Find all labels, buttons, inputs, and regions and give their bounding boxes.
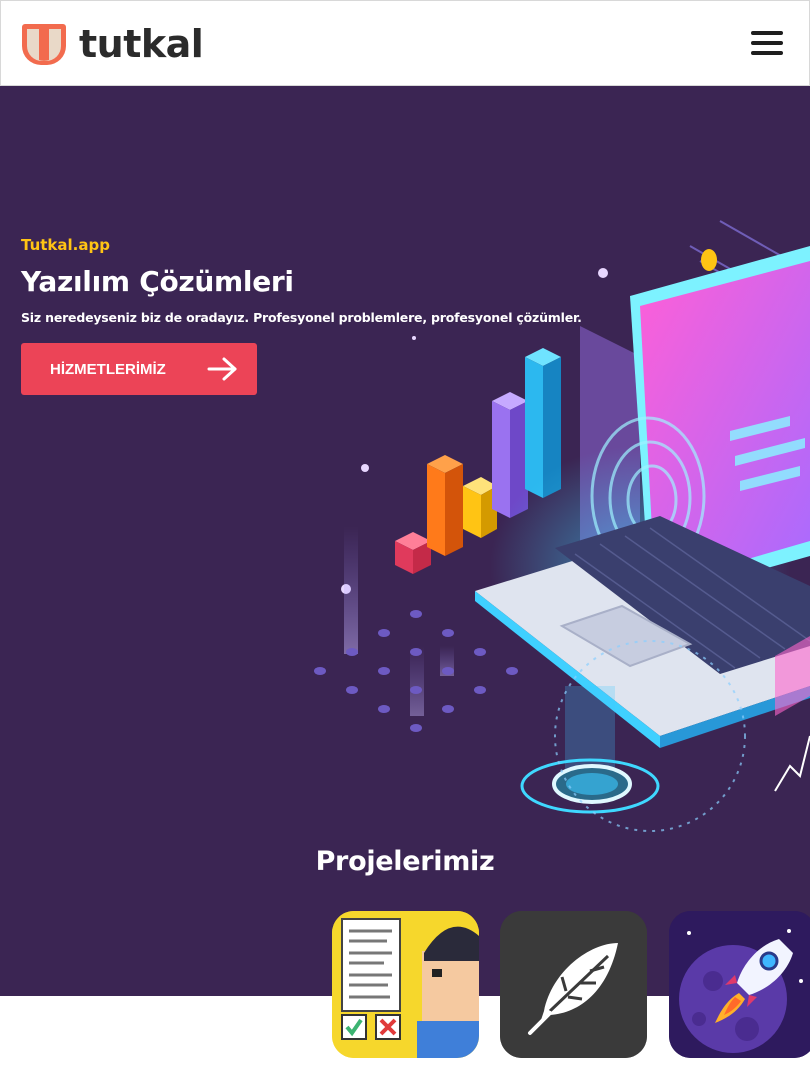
site-header: tutkal	[0, 0, 810, 86]
hero-section: Tutkal.app Yazılım Çözümleri Siz neredey…	[0, 86, 810, 996]
arrow-right-icon	[207, 357, 237, 381]
feather-app-icon	[500, 911, 647, 1058]
hamburger-menu-icon	[751, 31, 783, 35]
rocket-planet-app-icon	[669, 911, 810, 1058]
project-card-feather[interactable]	[500, 911, 647, 1058]
hero-eyebrow: Tutkal.app	[21, 236, 110, 254]
projects-section-title: Projelerimiz	[315, 846, 495, 877]
services-button-label: HİZMETLERİMİZ	[50, 360, 166, 378]
project-card-rocket[interactable]	[669, 911, 810, 1058]
logo-mark-icon	[22, 24, 66, 65]
logo-text: tutkal	[79, 22, 204, 66]
hero-subtitle: Siz neredeyseniz biz de oradayız. Profes…	[21, 310, 582, 325]
services-button[interactable]: HİZMETLERİMİZ	[21, 343, 257, 395]
project-card-checklist[interactable]	[332, 911, 479, 1058]
hamburger-line	[751, 51, 783, 55]
hamburger-line	[751, 41, 783, 45]
logo[interactable]: tutkal	[21, 19, 204, 69]
checklist-app-icon	[332, 911, 479, 1058]
hero-title: Yazılım Çözümleri	[21, 265, 294, 298]
hamburger-menu-button[interactable]	[749, 29, 785, 57]
